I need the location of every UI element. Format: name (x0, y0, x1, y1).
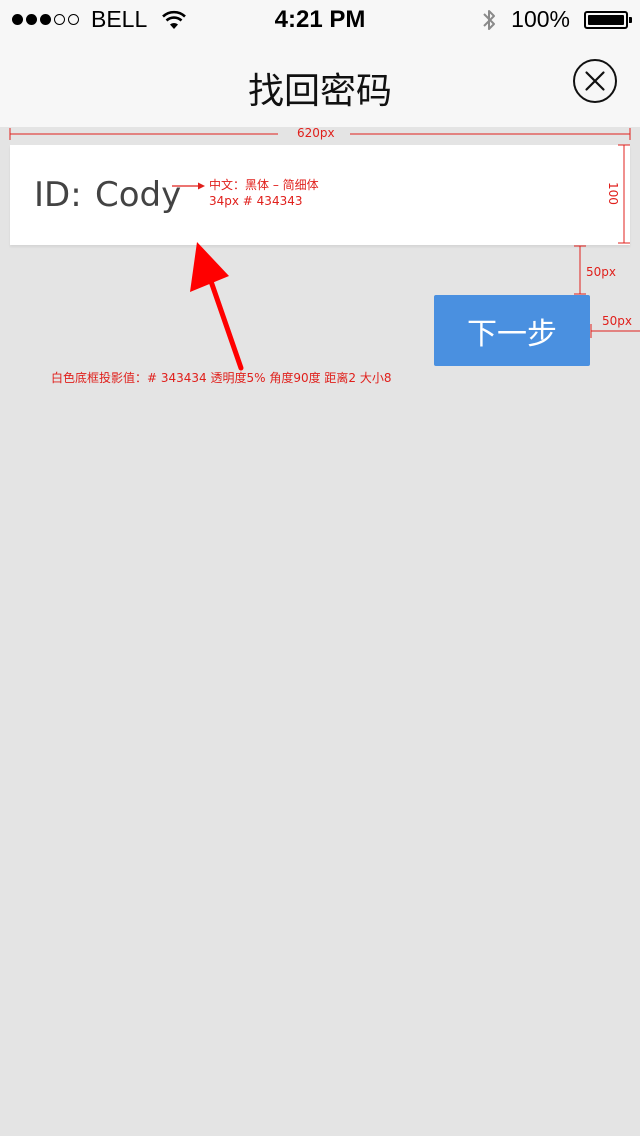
gap-dimension-line (574, 245, 586, 295)
battery-icon (584, 10, 632, 29)
page-title: 找回密码 (247, 71, 392, 112)
font-spec-line1: 中文：黑体 – 简细体 (209, 178, 319, 192)
font-spec-line2: 34px # 434343 (209, 194, 303, 208)
gap-label: 50px (586, 265, 616, 279)
shadow-pointer-arrow (190, 242, 244, 371)
navigation-bar: 找回密码 (0, 40, 640, 127)
status-right: 100% (481, 6, 632, 33)
close-circle-icon (573, 59, 617, 103)
width-label: 620px (297, 126, 335, 140)
next-step-button[interactable]: 下一步 (434, 295, 590, 366)
battery-percentage: 100% (511, 6, 570, 32)
right-margin-label: 50px (602, 314, 632, 328)
shadow-spec-label: 白色底框投影值：# 343434 透明度5% 角度90度 距离2 大小8 (51, 371, 392, 385)
height-label: 100 (606, 182, 620, 205)
close-button[interactable] (572, 58, 618, 104)
status-bar: BELL 4:21 PM 100% (0, 0, 640, 40)
bluetooth-icon (483, 9, 496, 30)
id-label: ID: (34, 175, 82, 215)
top-bar: BELL 4:21 PM 100% 找回密码 (0, 0, 640, 127)
id-input-card[interactable]: ID: (10, 145, 630, 245)
